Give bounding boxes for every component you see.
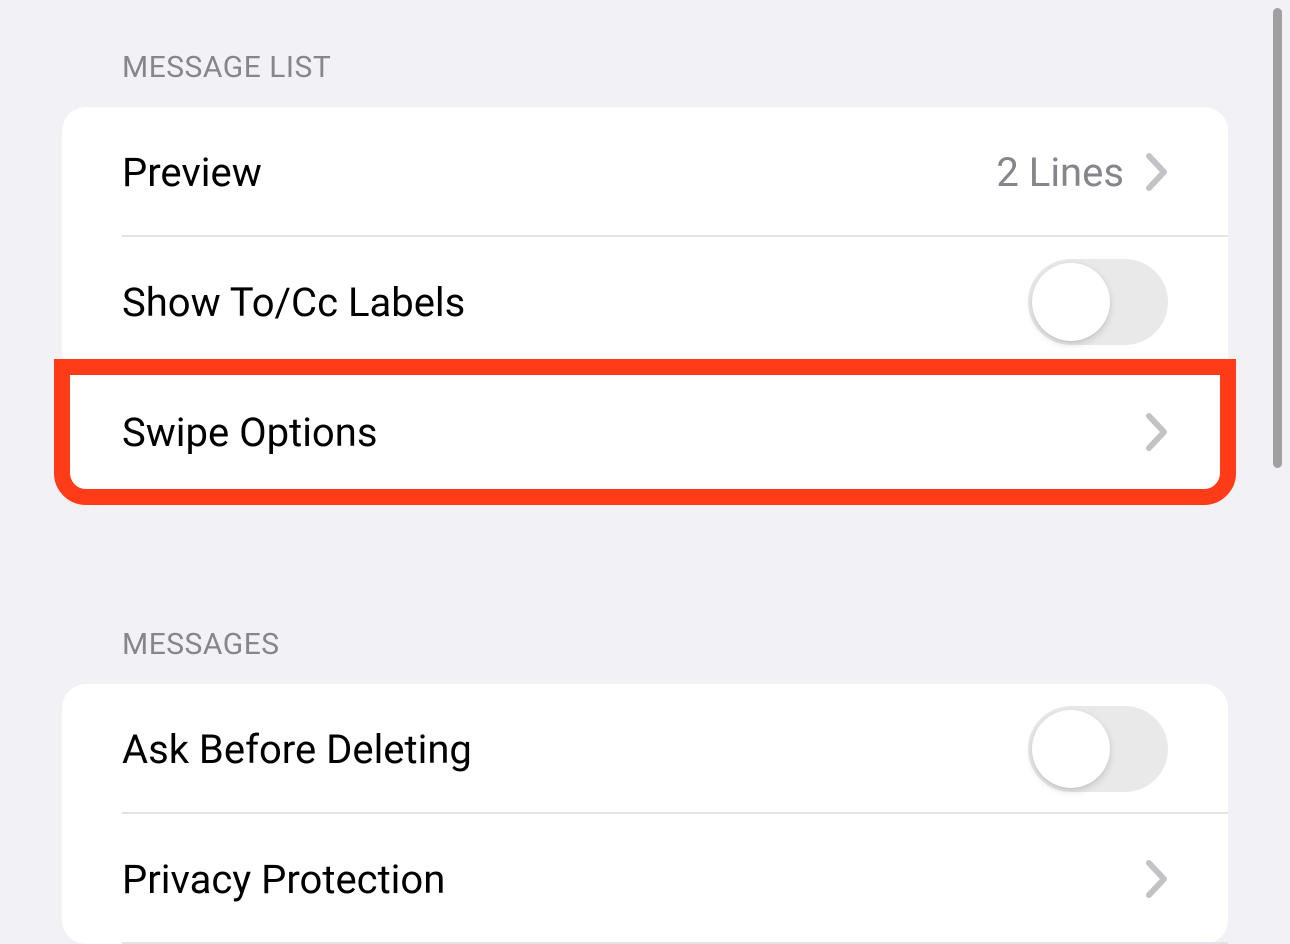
show-tocc-toggle[interactable] (1028, 259, 1168, 345)
swipe-options-right (1146, 412, 1168, 452)
toggle-knob (1032, 710, 1110, 788)
ask-before-deleting-label: Ask Before Deleting (122, 726, 472, 773)
chevron-right-icon (1146, 412, 1168, 452)
preview-row[interactable]: Preview 2 Lines (62, 107, 1228, 237)
show-tocc-label: Show To/Cc Labels (122, 279, 465, 326)
section-header-message-list: Message List (0, 0, 1290, 107)
message-list-group: Preview 2 Lines Show To/Cc Labels Swipe … (62, 107, 1228, 497)
show-tocc-toggle-wrap (1028, 259, 1168, 345)
ask-before-deleting-toggle-wrap (1028, 706, 1168, 792)
toggle-knob (1032, 263, 1110, 341)
privacy-protection-label: Privacy Protection (122, 856, 445, 903)
show-tocc-row[interactable]: Show To/Cc Labels (62, 237, 1228, 367)
scrollbar[interactable] (1273, 8, 1282, 468)
ask-before-deleting-row[interactable]: Ask Before Deleting (62, 684, 1228, 814)
privacy-protection-row[interactable]: Privacy Protection (62, 814, 1228, 944)
preview-value-wrap: 2 Lines (996, 149, 1168, 196)
swipe-options-row[interactable]: Swipe Options (62, 367, 1228, 497)
privacy-protection-right (1146, 859, 1168, 899)
preview-label: Preview (122, 149, 262, 196)
messages-group: Ask Before Deleting Privacy Protection (62, 684, 1228, 944)
chevron-right-icon (1146, 859, 1168, 899)
preview-value: 2 Lines (996, 149, 1124, 196)
section-header-messages: Messages (0, 577, 1290, 684)
ask-before-deleting-toggle[interactable] (1028, 706, 1168, 792)
swipe-options-label: Swipe Options (122, 409, 377, 456)
chevron-right-icon (1146, 152, 1168, 192)
